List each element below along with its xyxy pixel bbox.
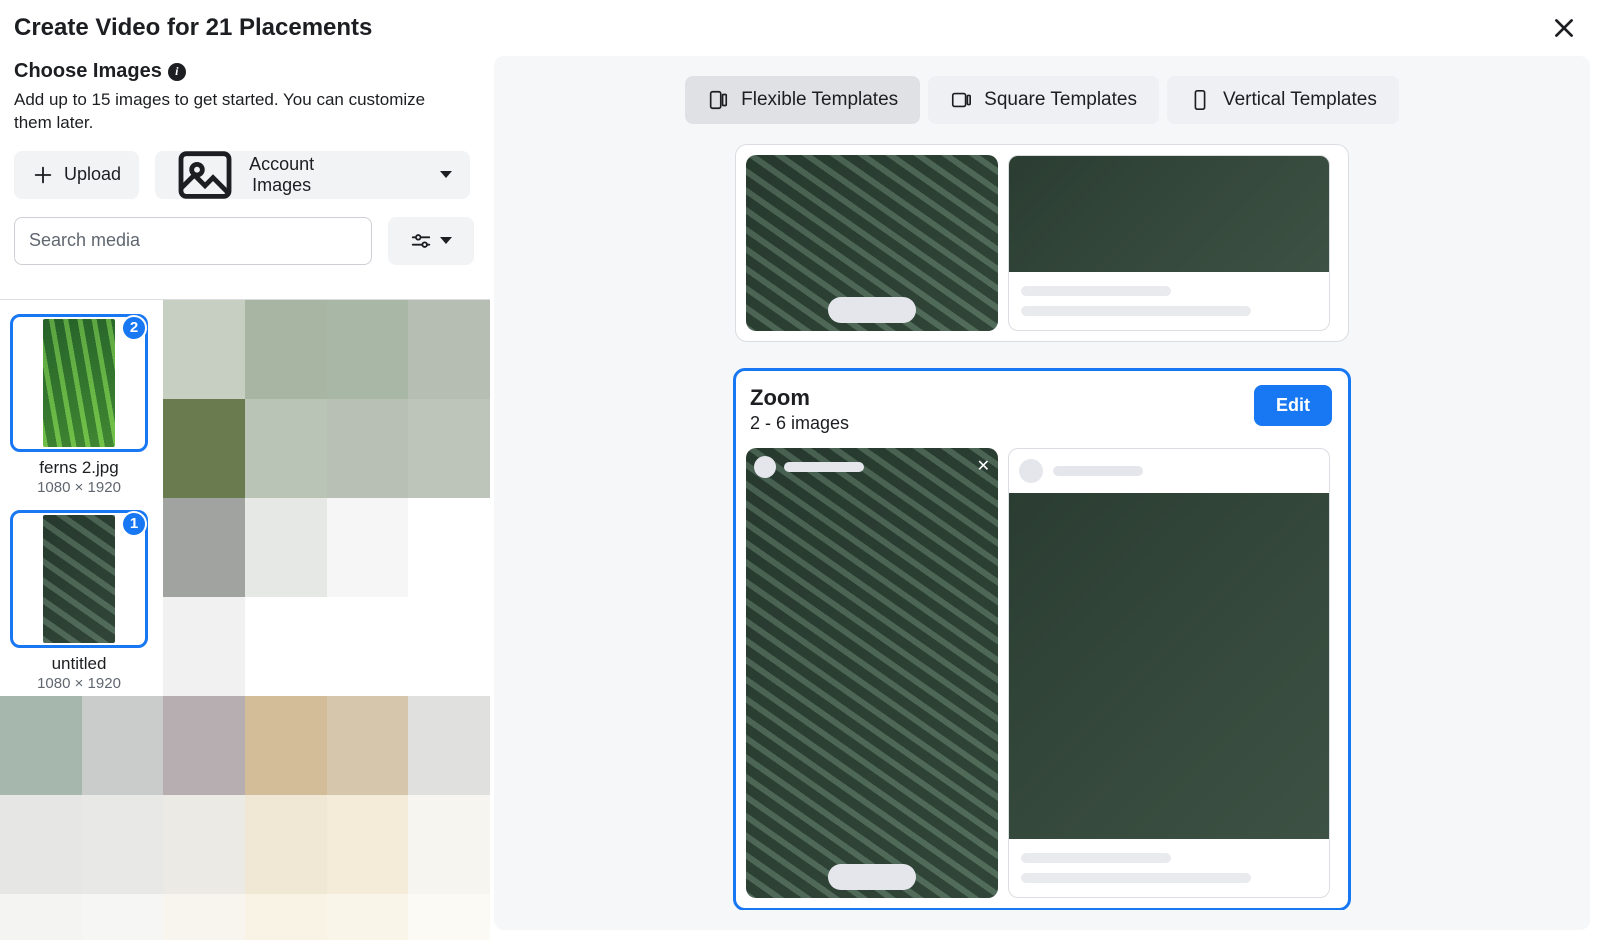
media-grid-cell[interactable]: [245, 894, 327, 940]
template-tabs: Flexible Templates Square Templates Vert…: [685, 76, 1399, 124]
tab-label: Flexible Templates: [741, 89, 898, 111]
template-card-zoom[interactable]: Zoom 2 - 6 images Edit ✕: [733, 368, 1351, 910]
media-grid-cell[interactable]: [163, 696, 245, 795]
avatar-icon: [1019, 459, 1043, 483]
media-grid-cell[interactable]: [327, 399, 409, 498]
media-grid-cell[interactable]: [327, 795, 409, 894]
placeholder-line: [1021, 286, 1171, 296]
info-icon[interactable]: i: [168, 63, 186, 81]
selection-badge: 2: [121, 315, 147, 341]
media-grid-cell[interactable]: [327, 597, 409, 696]
placeholder-line: [1021, 306, 1251, 316]
cta-pill: [828, 297, 916, 323]
flexible-icon: [707, 89, 729, 111]
image-dimensions: 1080 × 1920: [37, 479, 121, 496]
preview-image: [1009, 493, 1329, 839]
media-grid-cell[interactable]: [163, 597, 245, 696]
media-grid-cell[interactable]: [408, 300, 490, 399]
tab-vertical[interactable]: Vertical Templates: [1167, 76, 1399, 124]
selected-image-1[interactable]: 2 ferns 2.jpg 1080 × 1920: [10, 314, 148, 496]
account-images-label: Account Images: [249, 154, 314, 196]
selection-badge: 1: [121, 511, 147, 537]
media-grid-cell[interactable]: [245, 696, 327, 795]
filter-button[interactable]: [388, 217, 474, 265]
media-grid-cell[interactable]: [163, 795, 245, 894]
tab-square[interactable]: Square Templates: [928, 76, 1159, 124]
account-images-dropdown[interactable]: Account Images: [155, 151, 470, 199]
media-grid-cell[interactable]: [82, 894, 164, 940]
left-panel: Choose Images i Add up to 15 images to g…: [0, 56, 490, 940]
feed-preview: [1008, 448, 1330, 898]
search-input[interactable]: [14, 217, 372, 265]
media-grid-cell[interactable]: [408, 597, 490, 696]
close-icon: ✕: [977, 456, 990, 476]
media-grid-cell[interactable]: [327, 894, 409, 940]
selected-image-2[interactable]: 1 untitled 1080 × 1920: [10, 510, 148, 692]
plus-icon: [32, 164, 54, 186]
media-grid-cell[interactable]: [327, 696, 409, 795]
media-grid-cell[interactable]: [245, 498, 327, 597]
media-grid-cell[interactable]: [408, 498, 490, 597]
feed-preview: [1008, 155, 1330, 331]
media-grid-cell[interactable]: [408, 696, 490, 795]
square-icon: [950, 89, 972, 111]
media-grid-cell[interactable]: [82, 795, 164, 894]
chevron-down-icon: [440, 237, 452, 244]
upload-button[interactable]: Upload: [14, 151, 139, 199]
image-filename: untitled: [52, 654, 107, 674]
media-grid-cell[interactable]: [408, 795, 490, 894]
template-card-preview[interactable]: [735, 144, 1349, 342]
name-placeholder: [1053, 466, 1143, 476]
media-grid-cell[interactable]: [0, 894, 82, 940]
tab-label: Vertical Templates: [1223, 89, 1377, 111]
help-text: Add up to 15 images to get started. You …: [14, 89, 454, 135]
sliders-icon: [410, 231, 432, 251]
media-grid-cell[interactable]: [163, 300, 245, 399]
media-grid-cell[interactable]: [163, 399, 245, 498]
cta-pill: [828, 864, 916, 890]
preview-image: [1009, 156, 1329, 272]
right-panel: Flexible Templates Square Templates Vert…: [494, 56, 1590, 930]
vertical-icon: [1189, 89, 1211, 111]
image-filename: ferns 2.jpg: [39, 458, 118, 478]
placeholder-line: [1021, 873, 1251, 883]
thumbnail-image: [43, 515, 115, 643]
name-placeholder: [784, 462, 864, 472]
media-grid-cell[interactable]: [0, 795, 82, 894]
media-grid-area: 2 ferns 2.jpg 1080 × 1920 1 untitled 108…: [0, 299, 490, 940]
media-grid-cell[interactable]: [245, 795, 327, 894]
placeholder-line: [1021, 853, 1171, 863]
upload-label: Upload: [64, 164, 121, 185]
choose-images-heading: Choose Images i: [14, 60, 476, 83]
story-preview: ✕: [746, 448, 998, 898]
template-subtitle: 2 - 6 images: [750, 413, 849, 434]
page-title: Create Video for 21 Placements: [14, 14, 372, 42]
media-grid-cell[interactable]: [327, 300, 409, 399]
edit-button[interactable]: Edit: [1254, 385, 1332, 426]
media-grid-cell[interactable]: [245, 399, 327, 498]
image-dimensions: 1080 × 1920: [37, 675, 121, 692]
template-title: Zoom: [750, 385, 849, 411]
close-icon: [1551, 15, 1577, 41]
image-icon: [173, 143, 237, 207]
media-grid-cell[interactable]: [82, 696, 164, 795]
media-grid-cell[interactable]: [163, 498, 245, 597]
media-grid-cell[interactable]: [408, 894, 490, 940]
choose-images-label: Choose Images: [14, 60, 162, 83]
media-grid-cell[interactable]: [0, 696, 82, 795]
media-grid-cell[interactable]: [408, 399, 490, 498]
media-grid-cell[interactable]: [245, 300, 327, 399]
tab-flexible[interactable]: Flexible Templates: [685, 76, 920, 124]
thumbnail-image: [43, 319, 115, 447]
avatar-icon: [754, 456, 776, 478]
media-grid-cell[interactable]: [163, 894, 245, 940]
media-grid-cell[interactable]: [245, 597, 327, 696]
chevron-down-icon: [440, 171, 452, 178]
story-preview: [746, 155, 998, 331]
tab-label: Square Templates: [984, 89, 1137, 111]
close-button[interactable]: [1546, 10, 1582, 46]
media-grid-cell[interactable]: [327, 498, 409, 597]
